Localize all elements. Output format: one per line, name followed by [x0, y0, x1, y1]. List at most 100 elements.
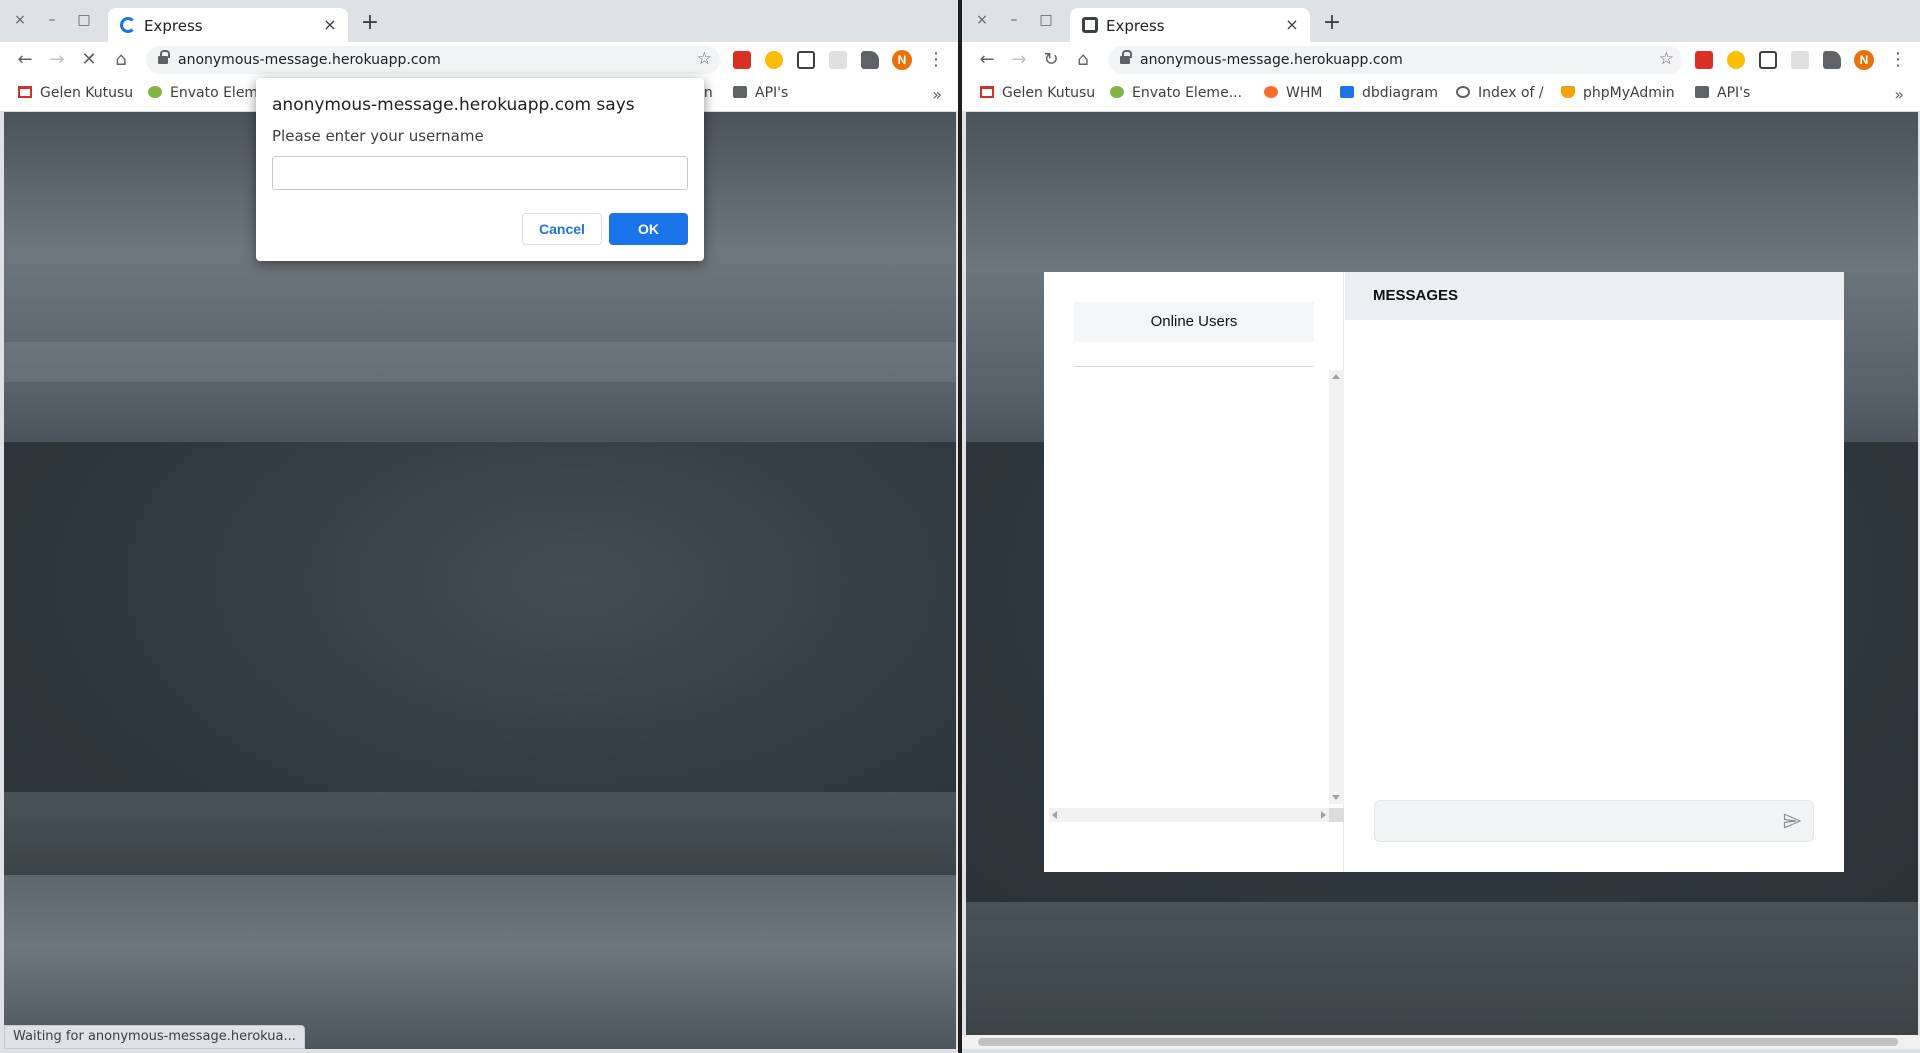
extension-screenshot-icon[interactable] [797, 51, 815, 69]
more-bookmarks-icon[interactable]: » [932, 85, 942, 104]
users-divider [1074, 366, 1314, 367]
bookmark-envato[interactable]: Envato Elem [148, 85, 258, 105]
browser-window-left: × – □ Express × + ← → ✕ ⌂ anonymous-mess… [0, 0, 958, 1053]
bookmark-apis[interactable]: API's [733, 85, 788, 105]
profile-avatar[interactable]: N [892, 50, 912, 70]
more-menu-icon[interactable]: ⋮ [927, 48, 945, 72]
scroll-left-arrow-icon[interactable] [1052, 811, 1057, 819]
scroll-right-arrow-icon[interactable] [1321, 811, 1326, 819]
online-users-panel: Online Users [1044, 272, 1344, 872]
scrollbar-corner [1329, 808, 1344, 822]
address-bar[interactable]: anonymous-message.herokuapp.com ☆ [146, 46, 720, 74]
users-vertical-scrollbar[interactable] [1329, 370, 1344, 804]
tab-express[interactable]: Express × [108, 8, 348, 42]
loading-spinner-icon [120, 17, 136, 33]
bookmark-envato[interactable]: Envato Eleme... [1110, 85, 1242, 105]
leaf-icon [1110, 86, 1124, 98]
bookmark-star-icon[interactable]: ☆ [1659, 49, 1674, 69]
leaf-icon [148, 86, 162, 98]
extension-gray-icon[interactable] [1791, 51, 1809, 69]
gmail-icon [18, 86, 32, 98]
dialog-title: anonymous-message.herokuapp.com says [272, 95, 635, 115]
lock-icon[interactable] [1120, 50, 1132, 65]
close-tab-icon[interactable]: × [320, 15, 340, 35]
horizon-glow [4, 342, 956, 382]
online-users-heading: Online Users [1074, 302, 1314, 342]
new-tab-icon[interactable]: + [1320, 12, 1344, 36]
tab-strip: × – □ Express × + [0, 0, 958, 42]
close-tab-icon[interactable]: × [1282, 15, 1302, 35]
username-input[interactable] [272, 156, 688, 190]
url-text: anonymous-message.herokuapp.com [178, 52, 441, 68]
browser-toolbar: ← → ✕ ⌂ anonymous-message.herokuapp.com … [0, 42, 958, 78]
address-bar[interactable]: anonymous-message.herokuapp.com ☆ [1108, 46, 1682, 74]
ok-button[interactable]: OK [609, 213, 688, 245]
scroll-down-arrow-icon[interactable] [1332, 795, 1340, 800]
reload-icon[interactable]: ↻ [1039, 48, 1063, 72]
folder-icon [733, 86, 747, 98]
bookmark-index-of[interactable]: Index of / [1456, 85, 1544, 105]
extension-red-icon[interactable] [1695, 51, 1713, 69]
lock-icon[interactable] [158, 50, 170, 65]
skatepark-ramp [4, 792, 956, 882]
bookmark-star-icon[interactable]: ☆ [697, 49, 712, 69]
bookmarks-bar: Gelen Kutusu Envato Eleme... WHM dbdiagr… [962, 78, 1920, 112]
extension-colorpick-icon[interactable] [765, 51, 783, 69]
cpanel-icon [1264, 86, 1278, 98]
more-bookmarks-icon[interactable]: » [1894, 85, 1904, 104]
app-favicon-icon [1082, 17, 1098, 33]
close-window-icon[interactable]: × [974, 12, 990, 28]
back-arrow-icon[interactable]: ← [13, 48, 37, 72]
tab-express[interactable]: Express × [1070, 8, 1310, 42]
chat-app: Online Users MESSAGES [1044, 272, 1844, 872]
tab-strip: × – □ Express × + [962, 0, 1920, 42]
maximize-window-icon[interactable]: □ [1038, 12, 1054, 28]
bookmark-dbdiagram[interactable]: dbdiagram [1340, 85, 1438, 105]
home-icon[interactable]: ⌂ [1071, 48, 1095, 72]
extension-colorpick-icon[interactable] [1727, 51, 1745, 69]
status-bubble: Waiting for anonymous-message.herokua... [4, 1025, 305, 1049]
gmail-icon [980, 86, 994, 98]
globe-icon [1456, 86, 1470, 98]
message-input[interactable] [1374, 800, 1814, 842]
bookmark-gelen-kutusu[interactable]: Gelen Kutusu [980, 85, 1095, 105]
new-tab-icon[interactable]: + [358, 12, 382, 36]
page-background: Online Users MESSAGES [966, 112, 1918, 1049]
extensions-puzzle-icon[interactable] [1823, 51, 1841, 69]
home-icon[interactable]: ⌂ [109, 48, 133, 72]
extension-screenshot-icon[interactable] [1759, 51, 1777, 69]
extension-red-icon[interactable] [733, 51, 751, 69]
stop-loading-icon[interactable]: ✕ [77, 48, 101, 72]
more-menu-icon[interactable]: ⋮ [1889, 48, 1907, 72]
close-window-icon[interactable]: × [12, 12, 28, 28]
tab-title: Express [1106, 17, 1165, 35]
page-horizontal-scrollbar[interactable] [962, 1035, 1920, 1049]
extensions-puzzle-icon[interactable] [861, 51, 879, 69]
tab-title: Express [144, 17, 203, 35]
dialog-message: Please enter your username [272, 127, 484, 145]
bookmark-phpmyadmin[interactable]: phpMyAdmin [1561, 85, 1675, 105]
forward-arrow-icon[interactable]: → [45, 48, 69, 72]
messages-heading: MESSAGES [1345, 272, 1844, 320]
minimize-window-icon[interactable]: – [44, 12, 60, 28]
browser-window-right: × – □ Express × + ← → ↻ ⌂ anonymous-mess… [962, 0, 1920, 1053]
page-scroll-thumb[interactable] [978, 1038, 1898, 1046]
scroll-up-arrow-icon[interactable] [1332, 374, 1340, 379]
sky-reflection [4, 875, 956, 1049]
cancel-button[interactable]: Cancel [522, 213, 602, 245]
extension-gray-icon[interactable] [829, 51, 847, 69]
forward-arrow-icon[interactable]: → [1007, 48, 1031, 72]
browser-toolbar: ← → ↻ ⌂ anonymous-message.herokuapp.com … [962, 42, 1920, 78]
minimize-window-icon[interactable]: – [1006, 12, 1022, 28]
profile-avatar[interactable]: N [1854, 50, 1874, 70]
users-horizontal-scrollbar[interactable] [1049, 808, 1329, 822]
messages-list [1345, 320, 1844, 872]
maximize-window-icon[interactable]: □ [76, 12, 92, 28]
prompt-dialog: anonymous-message.herokuapp.com says Ple… [256, 78, 704, 261]
bookmark-apis[interactable]: API's [1695, 85, 1750, 105]
back-arrow-icon[interactable]: ← [975, 48, 999, 72]
bookmark-whm[interactable]: WHM [1264, 85, 1322, 105]
send-icon[interactable] [1783, 812, 1801, 830]
bookmark-gelen-kutusu[interactable]: Gelen Kutusu [18, 85, 133, 105]
phpmyadmin-icon [1561, 86, 1575, 98]
